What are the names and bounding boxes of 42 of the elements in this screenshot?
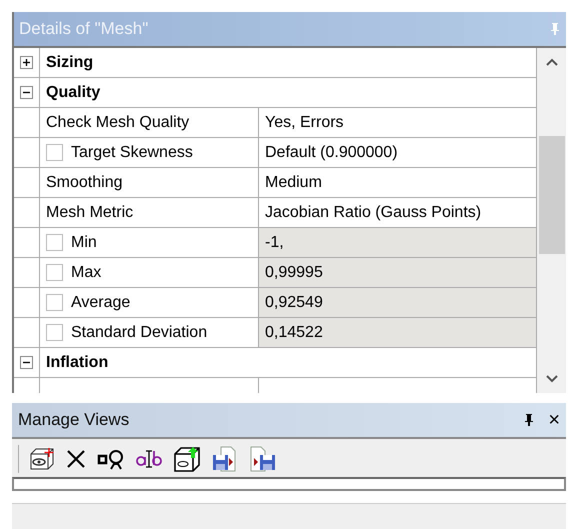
close-button[interactable]: ×	[548, 408, 560, 432]
property-value[interactable]: -1,	[259, 228, 536, 257]
scrollbar[interactable]	[537, 48, 566, 393]
property-label: Average	[71, 294, 130, 312]
checkbox[interactable]	[46, 294, 63, 311]
property-label: Smoothing	[46, 174, 122, 192]
panel-title: Details of "Mesh"	[19, 19, 148, 39]
property-value[interactable]: 0,92549	[259, 288, 536, 317]
checkbox[interactable]	[46, 324, 63, 341]
pin-icon[interactable]	[524, 413, 534, 427]
property-label: Standard Deviation	[71, 324, 208, 342]
expander[interactable]	[20, 86, 33, 99]
property-label: Target Skewness	[71, 144, 193, 162]
checkbox[interactable]	[46, 264, 63, 281]
delete-icon[interactable]	[65, 448, 87, 470]
camera-box-icon[interactable]	[29, 446, 55, 472]
views-list[interactable]	[12, 477, 566, 491]
checkbox[interactable]	[46, 144, 63, 161]
property-value[interactable]: 0,99995	[259, 258, 536, 287]
property-value[interactable]: Yes, Errors	[259, 108, 536, 137]
scroll-up-icon[interactable]	[546, 58, 558, 66]
rename-icon[interactable]	[135, 448, 163, 470]
section-header[interactable]: Sizing	[39, 48, 536, 77]
plus-icon	[22, 58, 31, 67]
property-label: Mesh Metric	[46, 204, 134, 222]
load-icon[interactable]	[249, 445, 277, 473]
expander[interactable]	[20, 356, 33, 369]
section-header[interactable]: Inflation	[39, 348, 536, 377]
property-label: Max	[71, 264, 102, 282]
panel-title: Manage Views	[18, 410, 130, 430]
camera-box-icon[interactable]	[173, 445, 201, 473]
property-label: Check Mesh Quality	[46, 114, 190, 132]
checkbox[interactable]	[46, 234, 63, 251]
property-value[interactable]: 0,14522	[259, 318, 536, 347]
property-value[interactable]: Default (0.900000)	[259, 138, 536, 167]
camera-person-icon[interactable]	[97, 448, 125, 470]
property-value[interactable]: Medium	[259, 168, 536, 197]
section-header[interactable]: Quality	[39, 78, 536, 107]
expander[interactable]	[20, 56, 33, 69]
property-label: Min	[71, 234, 97, 252]
scroll-down-icon[interactable]	[546, 375, 558, 383]
property-value[interactable]: Jacobian Ratio (Gauss Points)	[259, 198, 536, 227]
